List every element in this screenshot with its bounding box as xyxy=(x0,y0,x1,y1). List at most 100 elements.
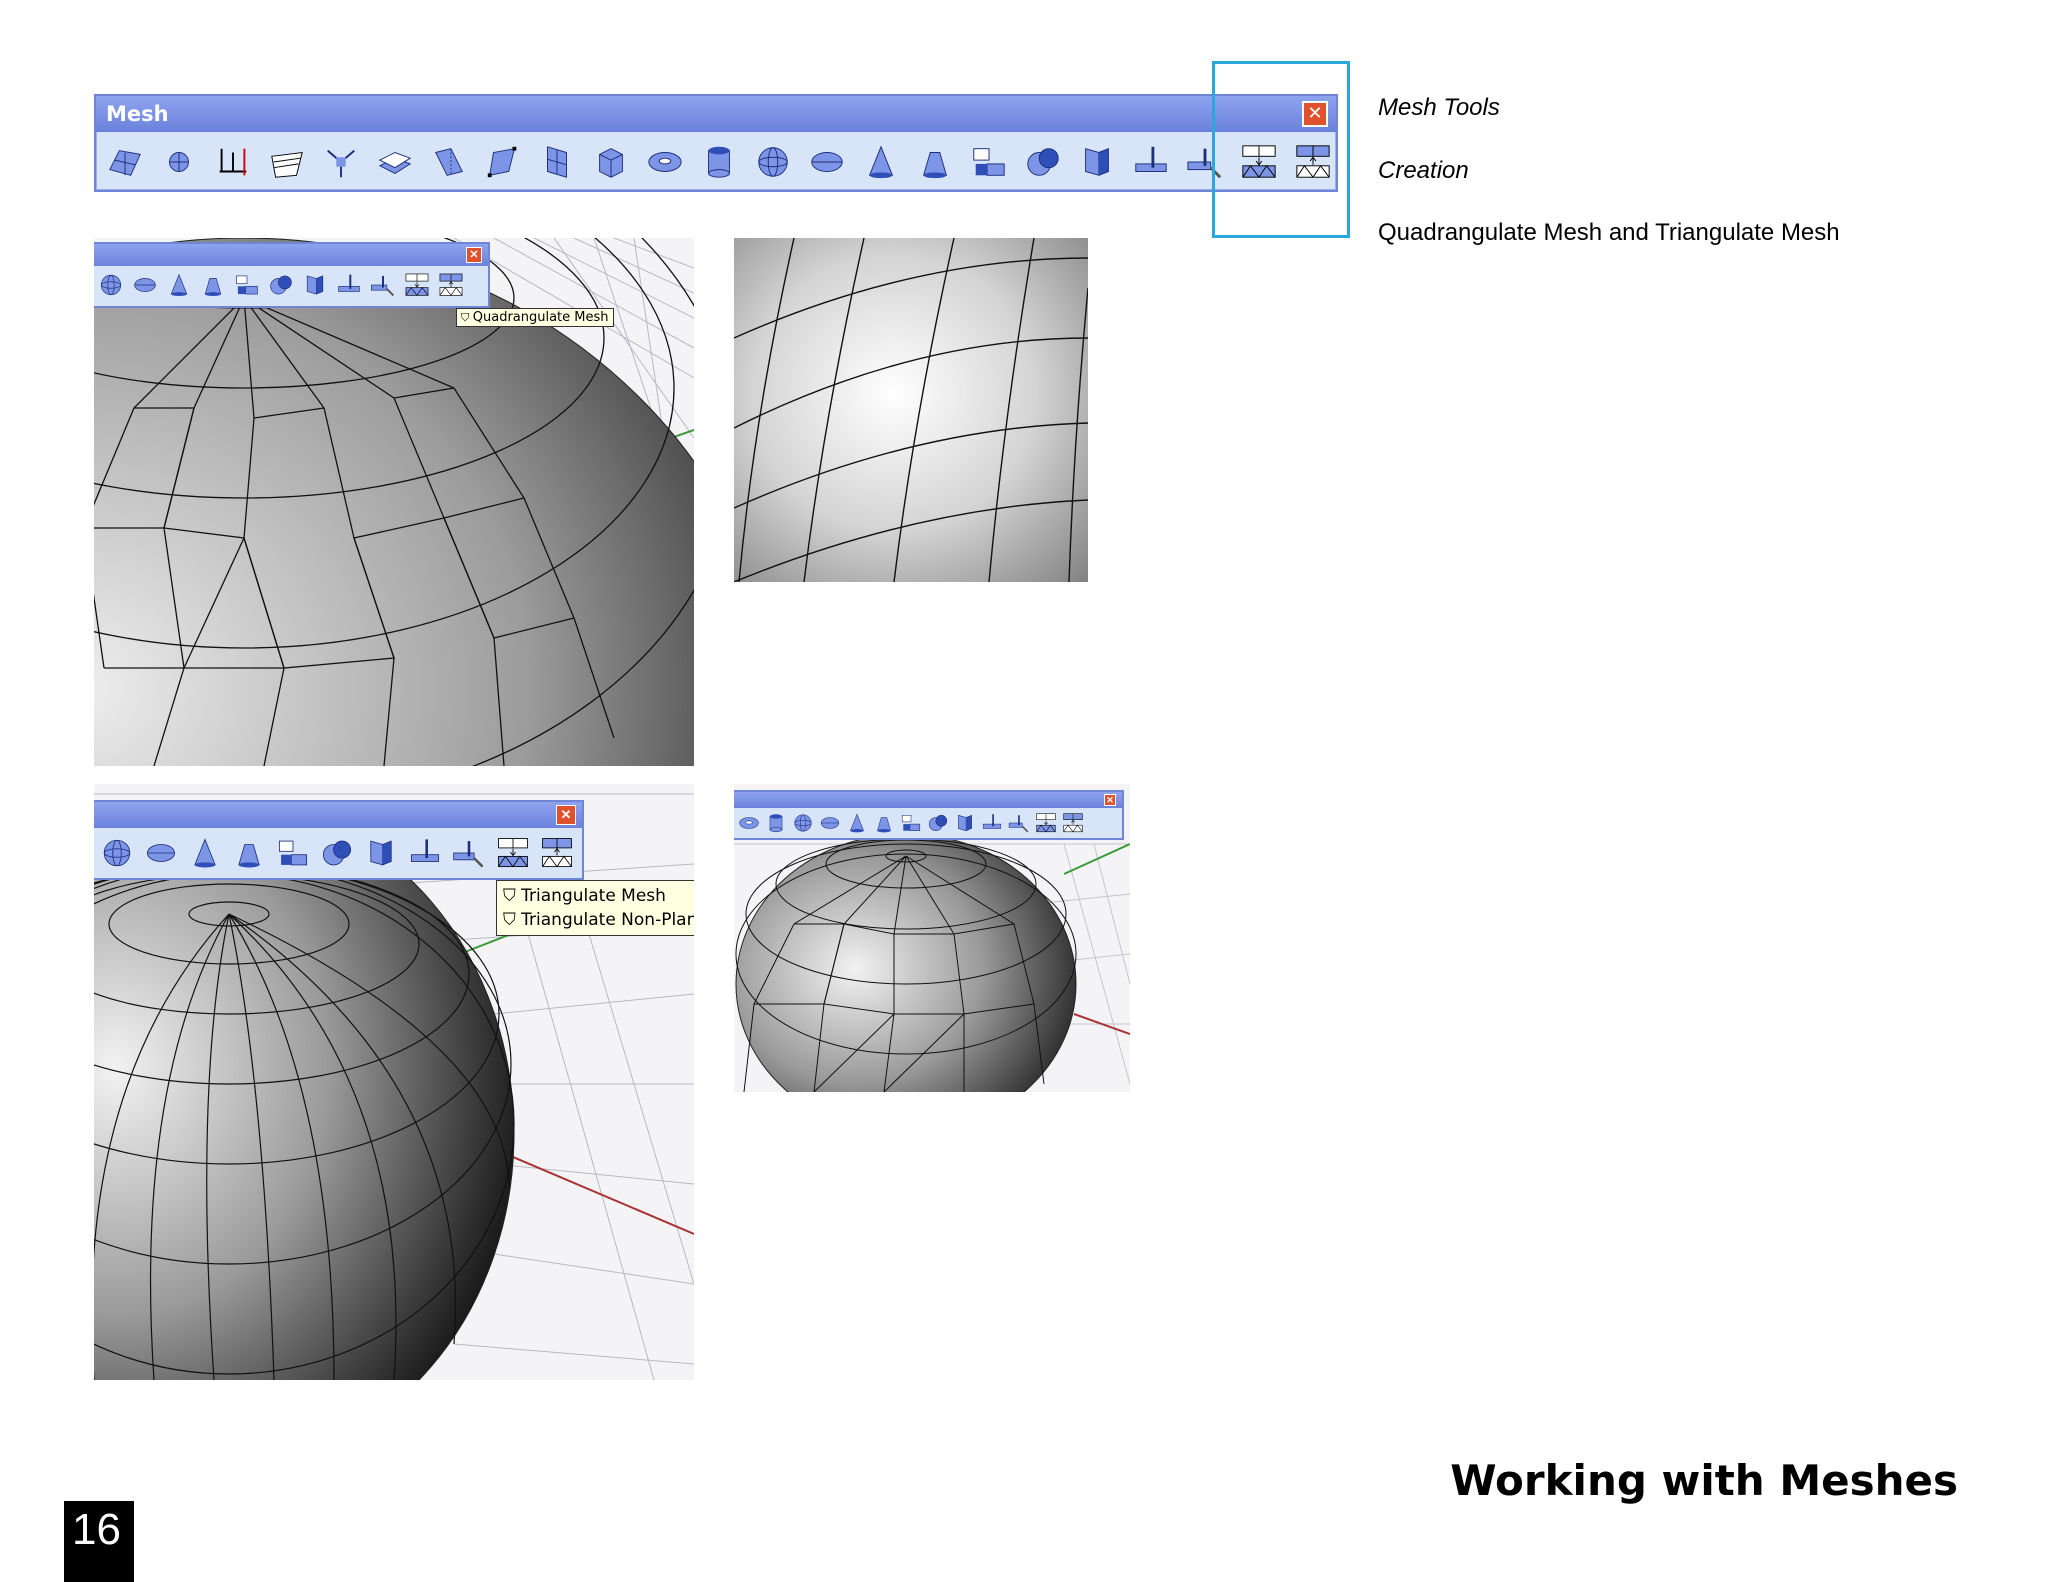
mesh-boolean-icon xyxy=(1024,143,1062,186)
mesh-split-icon xyxy=(981,814,1003,838)
mesh-cone-button[interactable] xyxy=(166,272,192,298)
mesh-split-button[interactable] xyxy=(1130,142,1172,186)
mesh-patch-button[interactable] xyxy=(428,142,470,186)
mesh-boolean-icon xyxy=(927,815,949,838)
mesh-sphere-icon xyxy=(754,143,792,186)
mesh-trim-button[interactable] xyxy=(1008,812,1030,834)
tooltip-quadrangulate: ⛉ Quadrangulate Mesh xyxy=(456,308,614,327)
mesh-ellipsoid-button[interactable] xyxy=(132,272,158,298)
mesh-torus-button[interactable] xyxy=(644,142,686,186)
quadrangulate-mesh-button[interactable] xyxy=(496,836,530,870)
mesh-cylinder-icon xyxy=(700,143,738,186)
mesh-tools-icon xyxy=(900,815,922,838)
screenshot-quad-closeup xyxy=(734,238,1088,582)
mesh-tools-icon xyxy=(970,143,1008,186)
mesh-ellipsoid-button[interactable] xyxy=(806,142,848,186)
mesh-truncated-cone-button[interactable] xyxy=(914,142,956,186)
mesh-box-plane-button[interactable] xyxy=(536,142,578,186)
mesh-cylinder-button[interactable] xyxy=(765,812,787,834)
mesh-sphere-button[interactable] xyxy=(100,836,134,870)
triangulate-mesh-button[interactable] xyxy=(1062,812,1084,834)
close-icon[interactable]: ✕ xyxy=(1104,794,1116,806)
mini-titlebar: ✕ xyxy=(94,802,582,828)
mesh-sphere-button[interactable] xyxy=(98,272,124,298)
mesh-surface-icon xyxy=(376,143,414,186)
mesh-ellipsoid-icon xyxy=(808,143,846,186)
mesh-split-icon xyxy=(408,839,442,874)
mesh-truncated-cone-button[interactable] xyxy=(232,836,266,870)
quadrangulate-mesh-button[interactable] xyxy=(1035,812,1057,834)
mesh-split-button[interactable] xyxy=(981,812,1003,834)
mesh-boolean-button[interactable] xyxy=(268,272,294,298)
mesh-extrude-button[interactable] xyxy=(364,836,398,870)
mesh-ellipsoid-icon xyxy=(132,278,158,302)
tooltip-triangulate-nonplanar-label: Triangulate Non-Plana xyxy=(521,910,694,930)
mesh-surface-button[interactable] xyxy=(374,142,416,186)
mesh-truncated-cone-button[interactable] xyxy=(873,812,895,834)
mesh-ellipsoid-button[interactable] xyxy=(819,812,841,834)
mesh-split-button[interactable] xyxy=(408,836,442,870)
mesh-sphere-icon xyxy=(792,814,814,838)
mesh-cylinder-button[interactable] xyxy=(698,142,740,186)
mesh-from-points-button[interactable] xyxy=(158,142,200,186)
mesh-sphere-icon xyxy=(100,839,134,874)
mesh-box-button[interactable] xyxy=(590,142,632,186)
tooltip-triangulate-nonplanar-row: ⛉ Triangulate Non-Plana xyxy=(503,908,694,932)
triangulate-mesh-button[interactable] xyxy=(438,272,464,298)
page-number: 16 xyxy=(64,1501,134,1582)
mesh-tools-button[interactable] xyxy=(276,836,310,870)
triangulate-mesh-button[interactable] xyxy=(540,836,574,870)
mesh-boolean-button[interactable] xyxy=(927,812,949,834)
mesh-trim-icon xyxy=(452,841,486,874)
mesh-extrude-button[interactable] xyxy=(954,812,976,834)
mesh-sphere-button[interactable] xyxy=(792,812,814,834)
quad-mesh-closeup-view xyxy=(734,238,1088,582)
mini-titlebar: ✕ xyxy=(734,792,1122,808)
quadrangulate-mesh-icon xyxy=(1035,813,1057,838)
mesh-cone-button[interactable] xyxy=(188,836,222,870)
close-icon[interactable]: ✕ xyxy=(466,247,482,263)
mesh-cone-button[interactable] xyxy=(846,812,868,834)
mesh-explode-button[interactable] xyxy=(320,142,362,186)
mesh-from-curves-button[interactable] xyxy=(266,142,308,186)
mesh-tools-button[interactable] xyxy=(968,142,1010,186)
mesh-extrude-button[interactable] xyxy=(302,272,328,298)
mesh-trim-button[interactable] xyxy=(452,836,486,870)
mesh-extrude-button[interactable] xyxy=(1076,142,1118,186)
screenshot-triangulated-result: ✕ xyxy=(734,784,1130,1092)
mesh-from-curves-icon xyxy=(268,143,306,186)
mesh-extrude-icon xyxy=(364,840,398,874)
mesh-toolbar-titlebar[interactable]: Mesh ✕ xyxy=(96,96,1336,132)
mesh-polyline-icon xyxy=(484,143,522,186)
mesh-boolean-icon xyxy=(320,840,354,874)
mesh-torus-button[interactable] xyxy=(738,812,760,834)
caption-subsection: Creation xyxy=(1378,157,1469,184)
mesh-tools-icon xyxy=(276,840,310,874)
mesh-from-axis-icon xyxy=(214,143,252,186)
mesh-polyline-button[interactable] xyxy=(482,142,524,186)
mesh-boolean-button[interactable] xyxy=(1022,142,1064,186)
mini-toolbar-icons xyxy=(94,266,488,298)
mesh-split-icon xyxy=(336,274,362,302)
close-icon[interactable]: ✕ xyxy=(556,805,576,825)
mesh-boolean-button[interactable] xyxy=(320,836,354,870)
highlight-box xyxy=(1212,61,1350,238)
mesh-trim-icon xyxy=(370,275,396,302)
screenshot-quadrangulate: ✕ ⛉ Quadrangulate Mesh xyxy=(94,238,694,766)
mesh-cone-button[interactable] xyxy=(860,142,902,186)
mesh-plane-button[interactable] xyxy=(104,142,146,186)
mesh-ellipsoid-button[interactable] xyxy=(144,836,178,870)
mesh-truncated-cone-icon xyxy=(232,844,266,874)
tooltip-triangulate-label: Triangulate Mesh xyxy=(521,886,666,906)
mesh-truncated-cone-button[interactable] xyxy=(200,272,226,298)
mesh-from-axis-button[interactable] xyxy=(212,142,254,186)
mesh-explode-icon xyxy=(322,143,360,186)
mesh-split-button[interactable] xyxy=(336,272,362,298)
mesh-toolbar: Mesh ✕ xyxy=(94,94,1338,192)
mesh-trim-button[interactable] xyxy=(370,272,396,298)
mesh-tools-button[interactable] xyxy=(234,272,260,298)
mesh-plane-icon xyxy=(106,143,144,186)
quadrangulate-mesh-button[interactable] xyxy=(404,272,430,298)
mesh-tools-button[interactable] xyxy=(900,812,922,834)
mesh-sphere-button[interactable] xyxy=(752,142,794,186)
